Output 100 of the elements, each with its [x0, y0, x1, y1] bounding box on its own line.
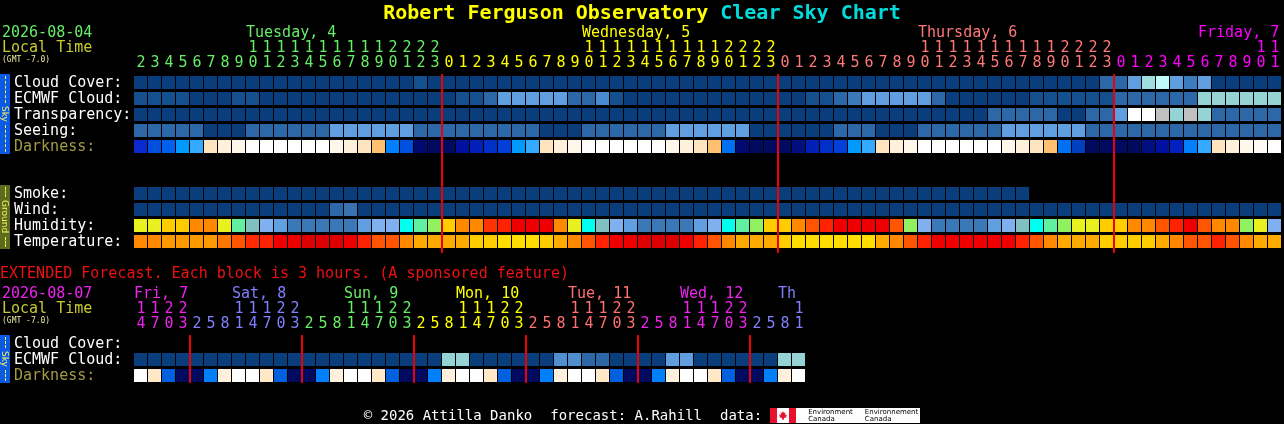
- hour-label: 9: [570, 55, 580, 70]
- hour-label: 14: [640, 40, 650, 70]
- hour-label: 14: [696, 301, 706, 331]
- hour-label: 11: [262, 40, 272, 70]
- hour-label: 1: [458, 55, 468, 70]
- hour-label: 19: [1046, 40, 1056, 70]
- hour-label: 2: [640, 316, 650, 331]
- hour-label: 17: [598, 301, 608, 331]
- hour-label: 3: [150, 55, 160, 70]
- hour-label: 5: [542, 316, 552, 331]
- hour-label: 7: [542, 55, 552, 70]
- day-label: Tue, 11: [568, 286, 632, 301]
- hour-label: 19: [374, 40, 384, 70]
- data-credit-label: data:: [720, 407, 763, 424]
- hour-label: 23: [402, 301, 412, 331]
- hour-label: 6: [528, 55, 538, 70]
- hour-label: 22: [1088, 40, 1098, 70]
- hour-label: 8: [668, 316, 678, 331]
- hour-label: 16: [1004, 40, 1014, 70]
- hour-label: 12: [276, 40, 286, 70]
- hour-label: 10: [248, 40, 258, 70]
- local-time-label: Local Time: [2, 40, 94, 55]
- day-label: Sat, 8: [232, 286, 287, 301]
- hour-label: 12: [948, 40, 958, 70]
- hour-label: 11: [934, 40, 944, 70]
- hour-label: 18: [1032, 40, 1042, 70]
- hour-label: 8: [220, 316, 230, 331]
- hour-label: 7: [206, 55, 216, 70]
- hour-label: 0: [1116, 55, 1126, 70]
- day-label: Tuesday, 4: [246, 25, 337, 40]
- hour-label: 14: [304, 40, 314, 70]
- hour-label: 11: [1270, 40, 1280, 70]
- hour-label: 17: [262, 301, 272, 331]
- hour-label: 3: [1158, 55, 1168, 70]
- hour-label: 5: [430, 316, 440, 331]
- hour-label: 14: [976, 40, 986, 70]
- hour-label: 5: [766, 316, 776, 331]
- timezone-label: (GMT -7.0): [2, 316, 52, 326]
- row-label: Cloud Cover:: [14, 74, 124, 90]
- hour-label: 2: [304, 316, 314, 331]
- hour-label: 16: [332, 40, 342, 70]
- hour-label: 14: [248, 301, 258, 331]
- hour-label: 6: [192, 55, 202, 70]
- hour-label: 13: [290, 40, 300, 70]
- hour-label: 8: [220, 55, 230, 70]
- flag-icon: [770, 408, 797, 423]
- row-label: Darkness:: [14, 138, 97, 154]
- hour-label: 4: [836, 55, 846, 70]
- hour-label: 23: [1102, 40, 1112, 70]
- hour-label: 17: [682, 40, 692, 70]
- hour-label: 8: [892, 55, 902, 70]
- date-label: 2026-08-04: [2, 25, 94, 40]
- hour-label: 21: [1074, 40, 1084, 70]
- hour-label: 11: [346, 301, 356, 331]
- hour-label: 20: [164, 301, 174, 331]
- hour-label: 1: [794, 55, 804, 70]
- hour-label: 11: [458, 301, 468, 331]
- day-label: Sun, 9: [344, 286, 399, 301]
- hour-label: 5: [850, 55, 860, 70]
- copyright-text: © 2026 Attilla Danko: [363, 407, 533, 424]
- hour-label: 17: [710, 301, 720, 331]
- hour-label: 17: [486, 301, 496, 331]
- hour-label: 2: [752, 316, 762, 331]
- row-label: Transparency:: [14, 106, 133, 122]
- hour-label: 2: [472, 55, 482, 70]
- hour-label: 7: [878, 55, 888, 70]
- hour-label: 2: [528, 316, 538, 331]
- hour-label: 23: [738, 301, 748, 331]
- hour-label: 13: [962, 40, 972, 70]
- hour-label: 5: [318, 316, 328, 331]
- hour-label: 10: [1256, 40, 1266, 70]
- hour-label: 8: [332, 316, 342, 331]
- hour-label: 11: [234, 301, 244, 331]
- hour-label: 9: [234, 55, 244, 70]
- hour-label: 2: [136, 55, 146, 70]
- day-label: Thursday, 6: [918, 25, 1018, 40]
- hour-label: 18: [696, 40, 706, 70]
- hour-label: 21: [402, 40, 412, 70]
- row-label: Smoke:: [14, 185, 70, 201]
- timezone-label: (GMT -7.0): [2, 55, 52, 65]
- hour-label: 9: [1242, 55, 1252, 70]
- hour-label: 23: [430, 40, 440, 70]
- day-label: Wed, 12: [680, 286, 744, 301]
- day-label: Mon, 10: [456, 286, 520, 301]
- hour-label: 6: [864, 55, 874, 70]
- hour-label: 17: [346, 40, 356, 70]
- hour-label: 20: [724, 40, 734, 70]
- hour-label: 4: [1172, 55, 1182, 70]
- hour-label: 2: [1144, 55, 1154, 70]
- hour-label: 15: [318, 40, 328, 70]
- hour-label: 0: [444, 55, 454, 70]
- hour-label: 3: [822, 55, 832, 70]
- row-label: ECMWF Cloud:: [14, 351, 124, 367]
- hour-label: 14: [136, 301, 146, 331]
- hour-label: 22: [416, 40, 426, 70]
- hour-label: 22: [752, 40, 762, 70]
- forecast-credit: forecast: A.Rahill: [550, 407, 702, 424]
- hour-label: 20: [388, 301, 398, 331]
- hour-label: 20: [612, 301, 622, 331]
- row-label: Seeing:: [14, 122, 78, 138]
